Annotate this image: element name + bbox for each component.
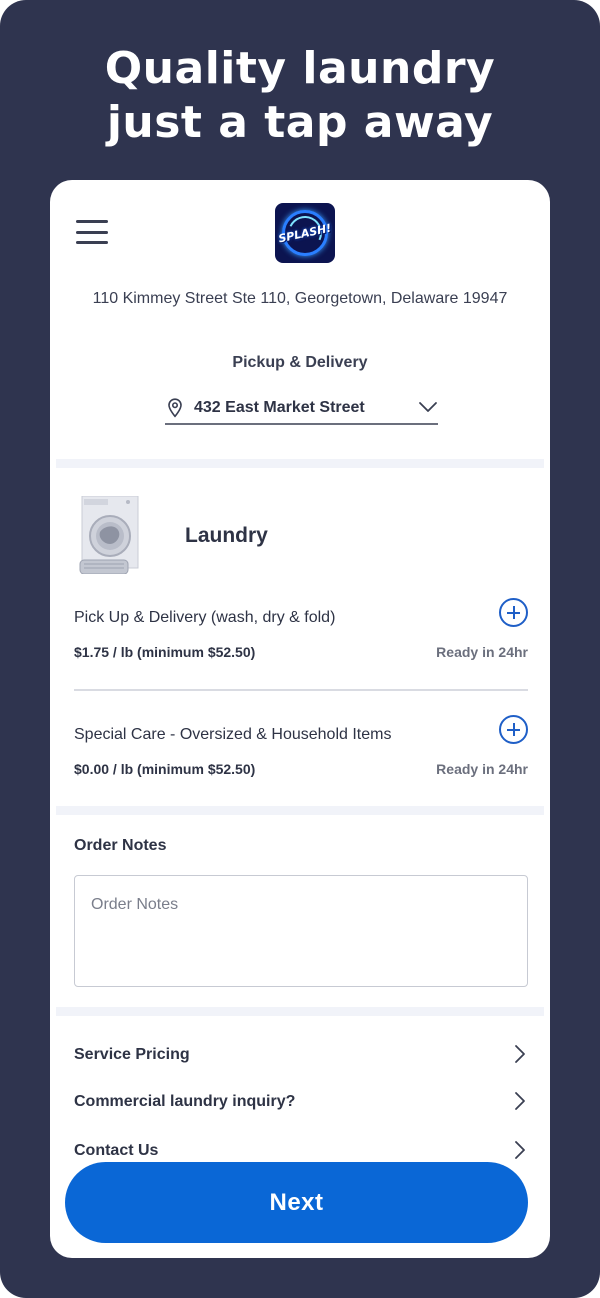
- app-screen: SPLASH! 110 Kimmey Street Ste 110, Georg…: [50, 180, 550, 1258]
- link-label: Contact Us: [74, 1142, 159, 1159]
- service-ready-time: Ready in 24hr: [436, 761, 528, 777]
- service-price: $1.75 / lb (minimum $52.50): [74, 644, 256, 660]
- chevron-right-icon: [515, 1092, 525, 1110]
- link-service-pricing[interactable]: Service Pricing: [74, 1040, 528, 1070]
- chevron-right-icon: [515, 1045, 525, 1063]
- chevron-down-icon: [419, 402, 437, 412]
- section-separator: [56, 1007, 544, 1016]
- order-notes-input[interactable]: [74, 875, 528, 987]
- location-select[interactable]: 432 East Market Street: [165, 394, 438, 425]
- map-pin-icon: [168, 398, 182, 418]
- laundry-category-image: [79, 496, 139, 574]
- service-price: $0.00 / lb (minimum $52.50): [74, 761, 256, 777]
- category-title: Laundry: [185, 524, 268, 547]
- selected-location-text: 432 East Market Street: [194, 399, 365, 416]
- add-service-icon[interactable]: [499, 598, 528, 627]
- splash-logo: SPLASH!: [275, 203, 335, 263]
- order-notes-label: Order Notes: [74, 837, 167, 854]
- section-separator: [56, 806, 544, 815]
- promo-headline: Quality laundry just a tap away: [0, 42, 600, 150]
- chevron-right-icon: [515, 1141, 525, 1159]
- link-commercial-inquiry[interactable]: Commercial laundry inquiry?: [74, 1087, 528, 1117]
- headline-line-2: just a tap away: [106, 97, 494, 148]
- service-name: Special Care - Oversized & Household Ite…: [74, 726, 392, 743]
- section-separator: [56, 459, 544, 468]
- link-label: Service Pricing: [74, 1046, 190, 1063]
- store-address: 110 Kimmey Street Ste 110, Georgetown, D…: [92, 290, 508, 307]
- hamburger-menu-icon[interactable]: [76, 220, 108, 244]
- service-name: Pick Up & Delivery (wash, dry & fold): [74, 609, 336, 626]
- service-mode-label: Pickup & Delivery: [232, 354, 368, 371]
- service-ready-time: Ready in 24hr: [436, 644, 528, 660]
- next-button[interactable]: Next: [65, 1162, 528, 1243]
- headline-line-1: Quality laundry: [104, 43, 496, 94]
- link-label: Commercial laundry inquiry?: [74, 1093, 296, 1110]
- promo-frame: Quality laundry just a tap away SPLASH! …: [0, 0, 600, 1298]
- add-service-icon[interactable]: [499, 715, 528, 744]
- divider: [74, 689, 528, 691]
